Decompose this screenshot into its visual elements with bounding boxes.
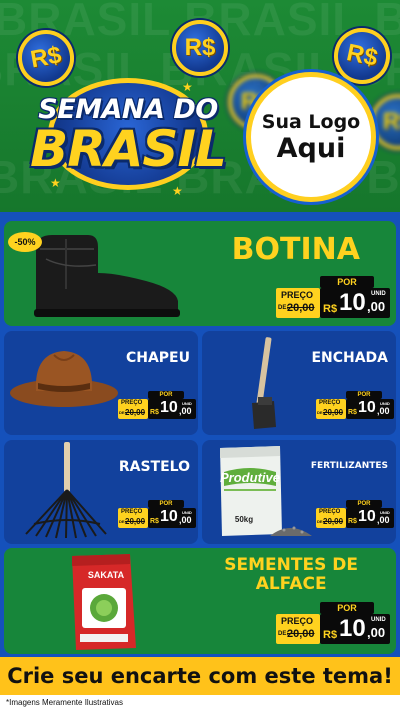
new-price-cents: ,00 [367, 299, 386, 314]
bag-brand: Produtive [220, 470, 280, 485]
rake-icon [25, 442, 107, 539]
packet-brand: SAKATA [88, 570, 125, 580]
new-price-cents: ,00 [377, 515, 390, 525]
new-price: 10 [358, 399, 376, 416]
new-price: 10 [160, 399, 178, 416]
new-price-cents: ,00 [179, 406, 192, 416]
price-tag: POR PREÇO DE: 20,00 R$ 10 ,00 UNID [118, 498, 196, 532]
boot-icon [34, 235, 180, 317]
coin-icon: R$ [172, 20, 228, 76]
logo-text-line-2: Aqui [276, 132, 346, 164]
old-price: 20,00 [125, 517, 146, 526]
price-tag: POR PREÇO DE: 20,00 R$ 10 ,00 UNID [316, 389, 394, 423]
preco-label: PREÇO [319, 400, 341, 406]
star-icon: ★ [172, 184, 183, 198]
bag-weight: 50kg [235, 515, 253, 524]
title-line-2: BRASIL [30, 120, 227, 178]
product-card-botina[interactable]: BOTINA POR PREÇO DE: 20,00 R$ 10 ,00 UNI… [4, 221, 396, 326]
unit-label: UNID [371, 291, 386, 297]
preco-label: PREÇO [281, 290, 314, 300]
old-price: 20,00 [287, 628, 315, 640]
unit-label: UNID [371, 617, 386, 623]
price-tag: POR PREÇO DE: 20,00 R$ 10 ,00 UNID [316, 498, 394, 532]
preco-label: PREÇO [281, 616, 314, 626]
header-banner: BRASIL BRASIL BRASIL BRASIL BRASIL BRASI… [0, 0, 400, 212]
por-label: POR [148, 500, 184, 508]
product-name: ENCHADA [311, 350, 388, 366]
old-price: 20,00 [323, 517, 344, 526]
star-icon: ★ [182, 80, 193, 94]
unit-label: UNID [182, 401, 192, 406]
product-card-fertilizantes[interactable]: Produtive 50kg FERTILIZANTES POR PREÇO D… [202, 440, 396, 544]
product-card-sementes-alface[interactable]: SAKATA SEMENTES DE ALFACE POR PREÇO DE: … [4, 548, 396, 654]
currency-label: R$ [150, 518, 159, 525]
new-price-cents: ,00 [377, 406, 390, 416]
currency-label: R$ [348, 518, 357, 525]
new-price: 10 [160, 508, 178, 525]
cta-label: Crie seu encarte com este tema! [7, 664, 393, 688]
old-price: 20,00 [125, 408, 146, 417]
product-card-chapeu[interactable]: CHAPEU POR PREÇO DE: 20,00 R$ 10 ,00 UNI… [4, 331, 198, 435]
unit-label: UNID [380, 510, 390, 515]
product-name-line-2: ALFACE [255, 573, 327, 594]
por-label: POR [148, 391, 184, 399]
product-name: RASTELO [118, 459, 190, 475]
new-price-cents: ,00 [179, 515, 192, 525]
price-tag: POR PREÇO DE: 20,00 R$ 10 ,00 UNID [276, 600, 392, 648]
unit-label: UNID [380, 401, 390, 406]
new-price-cents: ,00 [367, 625, 386, 640]
product-card-rastelo[interactable]: RASTELO POR PREÇO DE: 20,00 R$ 10 ,00 UN… [4, 440, 198, 544]
logo-placeholder[interactable]: Sua Logo Aqui [246, 72, 376, 202]
currency-label: R$ [323, 303, 338, 315]
product-name: FERTILIZANTES [310, 461, 388, 471]
hat-icon [10, 351, 118, 407]
star-icon: ★ [50, 176, 61, 190]
price-tag: POR PREÇO DE: 20,00 R$ 10 ,00 UNID [276, 274, 392, 322]
new-price: 10 [358, 508, 376, 525]
old-price: 20,00 [287, 302, 315, 314]
disclaimer-note: *Imagens Meramente Ilustrativas [0, 695, 400, 711]
discount-badge: -50% [8, 232, 42, 252]
por-label: POR [320, 602, 374, 614]
por-label: POR [320, 276, 374, 288]
create-flyer-button[interactable]: Crie seu encarte com este tema! [0, 657, 400, 695]
preco-label: PREÇO [319, 509, 341, 515]
currency-label: R$ [150, 409, 159, 416]
fertilizer-bag-icon: Produtive 50kg [220, 446, 312, 536]
product-name: SEMENTES DE ALFACE [224, 556, 358, 593]
price-tag: POR PREÇO DE: 20,00 R$ 10 ,00 UNID [118, 389, 196, 423]
old-price: 20,00 [323, 408, 344, 417]
preco-label: PREÇO [121, 400, 143, 406]
currency-label: R$ [348, 409, 357, 416]
unit-label: UNID [182, 510, 192, 515]
seed-packet-icon: SAKATA [72, 554, 136, 650]
product-card-enchada[interactable]: ENCHADA POR PREÇO DE: 20,00 R$ 10 ,00 UN… [202, 331, 396, 435]
logo-text-line-1: Sua Logo [261, 110, 361, 133]
hoe-icon [252, 337, 276, 429]
por-label: POR [346, 500, 382, 508]
por-label: POR [346, 391, 382, 399]
product-name-line-1: SEMENTES DE [224, 555, 358, 575]
event-title-badge: SEMANA DO BRASIL ★ ★ ★ [22, 72, 234, 198]
currency-label: R$ [323, 629, 338, 641]
product-name: CHAPEU [125, 350, 190, 366]
preco-label: PREÇO [121, 509, 143, 515]
new-price: 10 [339, 289, 366, 316]
new-price: 10 [339, 615, 366, 642]
product-name: BOTINA [231, 232, 360, 267]
